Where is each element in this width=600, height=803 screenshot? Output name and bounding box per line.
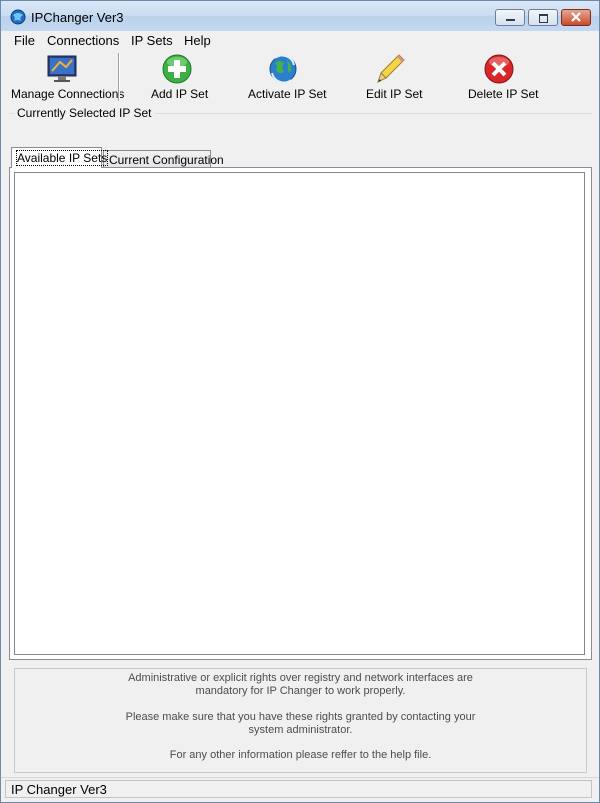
currently-selected-label: Currently Selected IP Set bbox=[14, 106, 155, 120]
tab-current-configuration-label: Current Configuration bbox=[109, 153, 224, 167]
info-paragraph-help: For any other information please reffer … bbox=[15, 749, 586, 762]
manage-connections-button[interactable]: Manage Connections bbox=[9, 51, 124, 103]
status-panel: IP Changer Ver3 bbox=[5, 780, 592, 798]
menu-connections[interactable]: Connections bbox=[47, 33, 119, 48]
toolbar-separator bbox=[118, 53, 119, 101]
add-ip-set-button[interactable]: Add IP Set bbox=[141, 51, 213, 103]
activate-ip-set-button[interactable]: Activate IP Set bbox=[243, 51, 327, 103]
info-line: For any other information please reffer … bbox=[169, 749, 432, 761]
plus-circle-icon bbox=[162, 54, 192, 84]
tab-available-ip-sets-label: Available IP Sets bbox=[15, 150, 109, 166]
tab-panel bbox=[9, 167, 592, 660]
toolbar: Manage Connections Add IP Set Activate I… bbox=[1, 51, 599, 105]
delete-circle-icon bbox=[484, 54, 514, 84]
menu-bar: File Connections IP Sets Help bbox=[1, 31, 599, 51]
close-button[interactable] bbox=[561, 9, 591, 26]
status-text: IP Changer Ver3 bbox=[11, 782, 107, 797]
activate-ip-set-label: Activate IP Set bbox=[248, 87, 327, 101]
delete-ip-set-button[interactable]: Delete IP Set bbox=[463, 51, 539, 103]
maximize-icon bbox=[539, 14, 548, 23]
tab-available-ip-sets[interactable]: Available IP Sets bbox=[11, 147, 109, 168]
info-line: Administrative or explicit rights over r… bbox=[128, 672, 473, 684]
pencil-icon bbox=[377, 54, 405, 83]
currently-selected-group: Currently Selected IP Set bbox=[9, 106, 592, 146]
close-icon bbox=[571, 12, 581, 22]
app-window: IPChanger Ver3 File Connections IP Sets … bbox=[0, 0, 600, 803]
menu-ip-sets[interactable]: IP Sets bbox=[131, 33, 173, 48]
info-notice: Administrative or explicit rights over r… bbox=[14, 668, 587, 773]
window-title: IPChanger Ver3 bbox=[31, 10, 124, 25]
ip-sets-list[interactable] bbox=[14, 172, 585, 655]
add-ip-set-label: Add IP Set bbox=[151, 87, 209, 101]
info-paragraph-rights: Administrative or explicit rights over r… bbox=[15, 672, 586, 698]
minimize-icon bbox=[506, 19, 515, 21]
network-monitor-icon bbox=[47, 55, 77, 82]
info-line: system administrator. bbox=[248, 724, 353, 736]
title-bar[interactable]: IPChanger Ver3 bbox=[1, 1, 599, 31]
minimize-button[interactable] bbox=[495, 9, 525, 26]
menu-help[interactable]: Help bbox=[184, 33, 211, 48]
globe-refresh-icon bbox=[269, 54, 297, 84]
info-line: mandatory for IP Changer to work properl… bbox=[195, 685, 406, 697]
manage-connections-label: Manage Connections bbox=[11, 87, 125, 101]
menu-file[interactable]: File bbox=[14, 33, 35, 48]
info-line: Please make sure that you have these rig… bbox=[125, 711, 476, 723]
info-paragraph-contact: Please make sure that you have these rig… bbox=[15, 711, 586, 737]
tab-current-configuration[interactable]: Current Configuration bbox=[103, 150, 224, 168]
edit-ip-set-label: Edit IP Set bbox=[366, 87, 423, 101]
status-bar: IP Changer Ver3 bbox=[1, 777, 599, 802]
delete-ip-set-label: Delete IP Set bbox=[468, 87, 539, 101]
maximize-button[interactable] bbox=[528, 9, 558, 26]
edit-ip-set-button[interactable]: Edit IP Set bbox=[361, 51, 423, 103]
app-globe-icon bbox=[10, 9, 26, 25]
